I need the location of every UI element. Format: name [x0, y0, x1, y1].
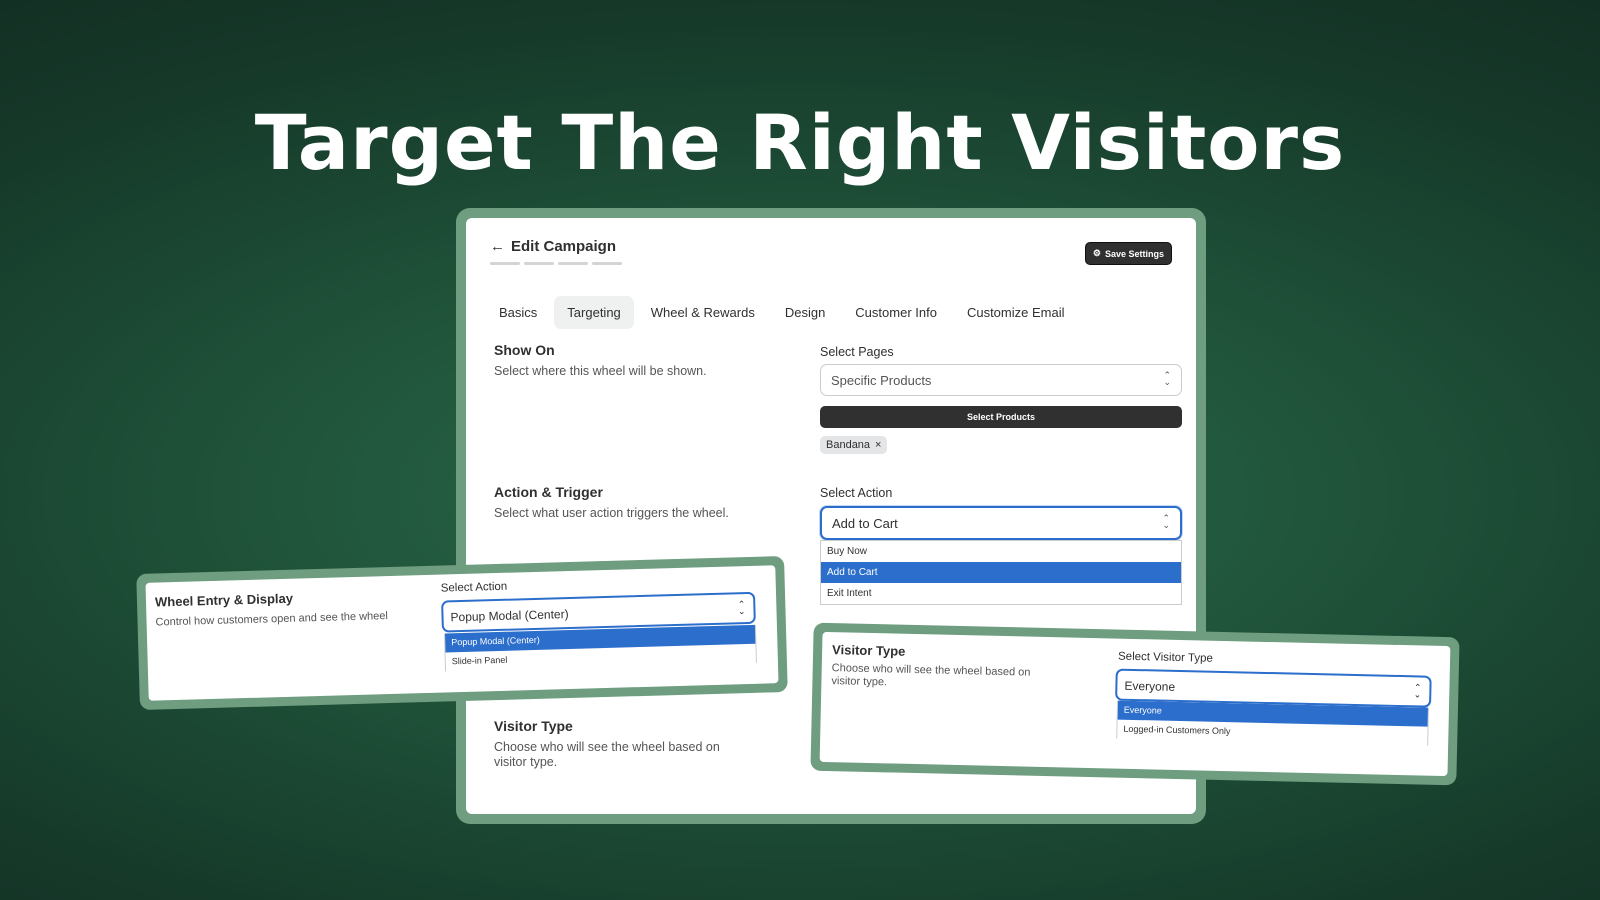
show-on-description: Select where this wheel will be shown.	[494, 364, 707, 378]
save-settings-button[interactable]: ⚙ Save Settings	[1084, 242, 1172, 265]
select-visitor-type-label: Select Visitor Type	[1117, 650, 1214, 665]
tab-targeting[interactable]: Targeting	[554, 296, 634, 329]
visitor-type-description: Choose who will see the wheel based on v…	[494, 740, 720, 769]
select-pages-value: Specific Products	[831, 373, 932, 388]
wheel-entry-select-label: Select Action	[440, 580, 508, 595]
chevron-updown-icon: ⌃ ⌄	[737, 599, 746, 617]
tab-design[interactable]: Design	[772, 296, 838, 329]
tab-customize-email[interactable]: Customize Email	[954, 296, 1078, 329]
visitor-card-description: Choose who will see the wheel based on v…	[831, 662, 1031, 689]
select-pages-label: Select Pages	[820, 345, 894, 359]
option-add-to-cart[interactable]: Add to Cart	[821, 562, 1181, 583]
visitor-type-card-frame: Visitor Type Choose who will see the whe…	[810, 622, 1460, 786]
wheel-entry-card-frame: Wheel Entry & Display Control how custom…	[136, 555, 788, 711]
product-chip: Bandana ×	[820, 436, 888, 454]
option-exit-intent[interactable]: Exit Intent	[821, 583, 1181, 604]
select-action-value: Add to Cart	[832, 516, 898, 531]
save-settings-label: Save Settings	[1104, 248, 1164, 259]
visitor-type-options-list: Everyone Logged-in Customers Only	[1116, 700, 1429, 746]
page-title-text: Edit Campaign	[511, 238, 617, 255]
action-options-list: Buy Now Add to Cart Exit Intent	[820, 540, 1182, 605]
wheel-entry-title: Wheel Entry & Display	[154, 590, 294, 610]
visitor-card-title: Visitor Type	[831, 642, 906, 659]
visitor-type-title: Visitor Type	[494, 718, 573, 734]
page-title: ← Edit Campaign	[490, 238, 616, 255]
action-trigger-description: Select what user action triggers the whe…	[494, 506, 729, 520]
wheel-entry-options-list: Popup Modal (Center) Slide-in Panel	[444, 624, 757, 672]
wheel-entry-description: Control how customers open and see the w…	[155, 610, 389, 629]
select-action-dropdown[interactable]: Add to Cart ⌃ ⌄	[820, 506, 1182, 540]
chevron-updown-icon: ⌃ ⌄	[1162, 513, 1170, 530]
wheel-entry-card: Wheel Entry & Display Control how custom…	[145, 565, 779, 701]
show-on-title: Show On	[494, 342, 555, 358]
tab-wheel-rewards[interactable]: Wheel & Rewards	[638, 296, 768, 329]
tab-bar: Basics Targeting Wheel & Rewards Design …	[486, 296, 1077, 329]
select-products-button[interactable]: Select Products	[820, 406, 1182, 428]
headline: Target The Right Visitors	[254, 98, 1346, 187]
product-chip-label: Bandana	[826, 439, 871, 451]
select-pages-dropdown[interactable]: Specific Products ⌃ ⌄	[820, 364, 1182, 396]
title-underline	[490, 262, 622, 265]
gear-icon: ⚙	[1092, 248, 1101, 258]
tab-basics[interactable]: Basics	[486, 296, 550, 329]
chevron-updown-icon: ⌃ ⌄	[1163, 370, 1171, 387]
select-visitor-type-value: Everyone	[1124, 678, 1176, 694]
visitor-type-card: Visitor Type Choose who will see the whe…	[819, 631, 1451, 777]
select-action-label: Select Action	[820, 486, 893, 500]
back-arrow-icon[interactable]: ←	[490, 238, 505, 255]
remove-chip-icon[interactable]: ×	[875, 439, 881, 451]
wheel-entry-select-value: Popup Modal (Center)	[450, 607, 569, 625]
option-buy-now[interactable]: Buy Now	[821, 541, 1181, 562]
action-trigger-title: Action & Trigger	[494, 484, 603, 500]
chevron-updown-icon: ⌃ ⌄	[1413, 682, 1422, 700]
tab-customer-info[interactable]: Customer Info	[842, 296, 950, 329]
